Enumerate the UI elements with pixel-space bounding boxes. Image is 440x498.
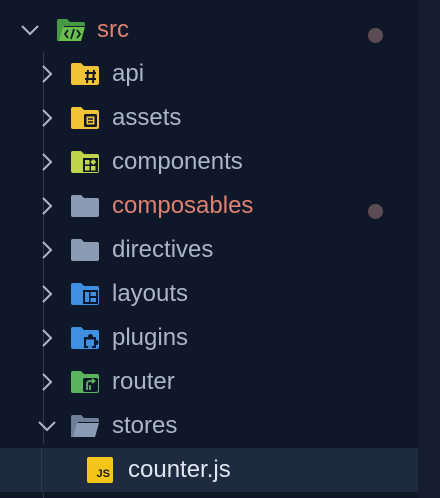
tree-row-composables[interactable]: composables bbox=[0, 184, 418, 228]
tree-row-assets[interactable]: assets bbox=[0, 96, 418, 140]
tree-label-directives: directives bbox=[112, 236, 214, 263]
chevron-right-icon[interactable] bbox=[34, 149, 60, 175]
tree-row-plugins[interactable]: plugins bbox=[0, 316, 418, 360]
folder-generic-icon bbox=[71, 195, 99, 217]
modified-indicator bbox=[368, 204, 383, 219]
folder-plugin-icon bbox=[71, 327, 99, 349]
chevron-right-icon[interactable] bbox=[34, 325, 60, 351]
chevron-right-icon[interactable] bbox=[34, 61, 60, 87]
tree-row-router[interactable]: router bbox=[0, 360, 418, 404]
chevron-down-icon[interactable] bbox=[34, 413, 60, 439]
folder-layout-icon bbox=[71, 283, 99, 305]
folder-src-open-icon bbox=[57, 19, 85, 41]
folder-generic-icon bbox=[71, 239, 99, 261]
folder-api-icon bbox=[71, 63, 99, 85]
scrollbar-track[interactable] bbox=[418, 0, 440, 498]
folder-router-icon bbox=[71, 371, 99, 393]
tree-label-api: api bbox=[112, 60, 145, 87]
indent-guide bbox=[41, 448, 42, 492]
tree-row-api[interactable]: api bbox=[0, 52, 418, 96]
tree-label-composables: composables bbox=[112, 192, 254, 219]
tree-row-layouts[interactable]: layouts bbox=[0, 272, 418, 316]
tree-label-assets: assets bbox=[112, 104, 182, 131]
tree-label-layouts: layouts bbox=[112, 280, 189, 307]
tree-row-directives[interactable]: directives bbox=[0, 228, 418, 272]
tree-label-counter-js: counter.js bbox=[128, 456, 231, 483]
chevron-right-icon[interactable] bbox=[34, 105, 60, 131]
tree-row-stores[interactable]: stores bbox=[0, 404, 418, 448]
chevron-right-icon[interactable] bbox=[34, 369, 60, 395]
folder-assets-icon bbox=[71, 107, 99, 129]
javascript-file-icon-text: JS bbox=[96, 468, 110, 480]
chevron-right-icon[interactable] bbox=[34, 193, 60, 219]
tree-label-plugins: plugins bbox=[112, 324, 189, 351]
chevron-down-icon[interactable] bbox=[17, 17, 43, 43]
tree-label-stores: stores bbox=[112, 412, 178, 439]
folder-open-icon bbox=[71, 415, 99, 437]
chevron-right-icon[interactable] bbox=[34, 237, 60, 263]
chevron-right-icon[interactable] bbox=[34, 281, 60, 307]
tree-row-counter-js[interactable]: JS counter.js bbox=[0, 448, 418, 492]
tree-label-router: router bbox=[112, 368, 175, 395]
tree-row-src[interactable]: src bbox=[0, 8, 418, 52]
tree-label-components: components bbox=[112, 148, 243, 175]
tree-label-src: src bbox=[97, 16, 129, 43]
modified-indicator bbox=[368, 28, 383, 43]
tree-row-components[interactable]: components bbox=[0, 140, 418, 184]
file-explorer-tree: src api assets components composables di… bbox=[0, 0, 440, 498]
folder-components-icon bbox=[71, 151, 99, 173]
